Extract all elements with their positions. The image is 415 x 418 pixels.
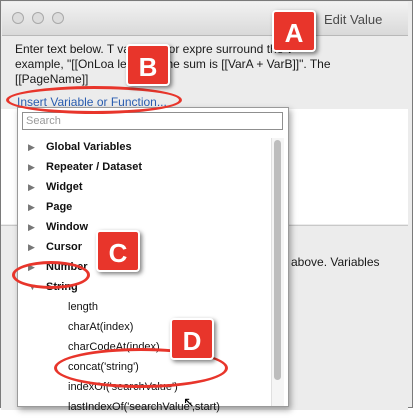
scrollbar-thumb[interactable] [274,140,281,380]
tree-item-label: charAt(index) [68,321,134,333]
collapsed-arrow-icon[interactable]: ▶ [28,222,35,233]
minimize-window-button[interactable] [32,12,44,24]
search-input[interactable] [22,112,283,130]
tree-item-label: Widget [46,181,83,193]
tree-function-item[interactable]: charAt(index) [20,318,266,338]
annotation-badge-b: B [126,44,170,86]
collapsed-arrow-icon[interactable]: ▶ [28,242,35,253]
lower-panel-text: above. Variables [291,255,380,269]
collapsed-arrow-icon[interactable]: ▶ [28,142,35,153]
annotation-badge-c: C [96,230,140,272]
tree-category[interactable]: ▶ Cursor [20,238,266,258]
tree-category[interactable]: ▶ Window [20,218,266,238]
tree-function-item[interactable]: length [20,298,266,318]
title-bar: Edit Value [2,2,408,36]
zoom-window-button[interactable] [52,12,64,24]
tree-item-label: Page [46,201,73,213]
mouse-pointer-icon: ↖ [183,394,195,410]
instructions-text: Enter text below. T variables or expre s… [15,41,405,86]
annotation-badge-d: D [170,318,214,360]
instructions-line: example, "[[OnLoa le]]" or "The sum is [… [15,57,331,71]
tree-category[interactable]: ▶ Widget [20,178,266,198]
window-title: Edit Value [324,12,383,27]
tree-item-label: Cursor [46,241,83,253]
tree-item-label: Window [46,221,89,233]
close-window-button[interactable] [12,12,24,24]
tree-item-label: Global Variables [46,141,132,153]
tree-item-label: length [68,301,98,313]
annotation-ellipse-c [12,261,90,289]
tree-category[interactable]: ▶ Page [20,198,266,218]
tree-category[interactable]: ▶ Global Variables [20,138,266,158]
collapsed-arrow-icon[interactable]: ▶ [28,182,35,193]
collapsed-arrow-icon[interactable]: ▶ [28,162,35,173]
tree-item-label: Repeater / Dataset [46,161,142,173]
tree-function-item[interactable]: lastIndexOf('searchValue',start) [20,398,266,418]
scrollbar[interactable] [271,138,284,406]
instructions-line: Enter text below. T variables or expre s… [15,42,293,56]
instructions-line: [[PageName]] [15,72,89,86]
tree-category[interactable]: ▶ Repeater / Dataset [20,158,266,178]
annotation-ellipse-b [6,86,182,114]
tree-item-label: lastIndexOf('searchValue',start) [68,401,220,413]
collapsed-arrow-icon[interactable]: ▶ [28,202,35,213]
annotation-badge-a: A [272,10,316,52]
